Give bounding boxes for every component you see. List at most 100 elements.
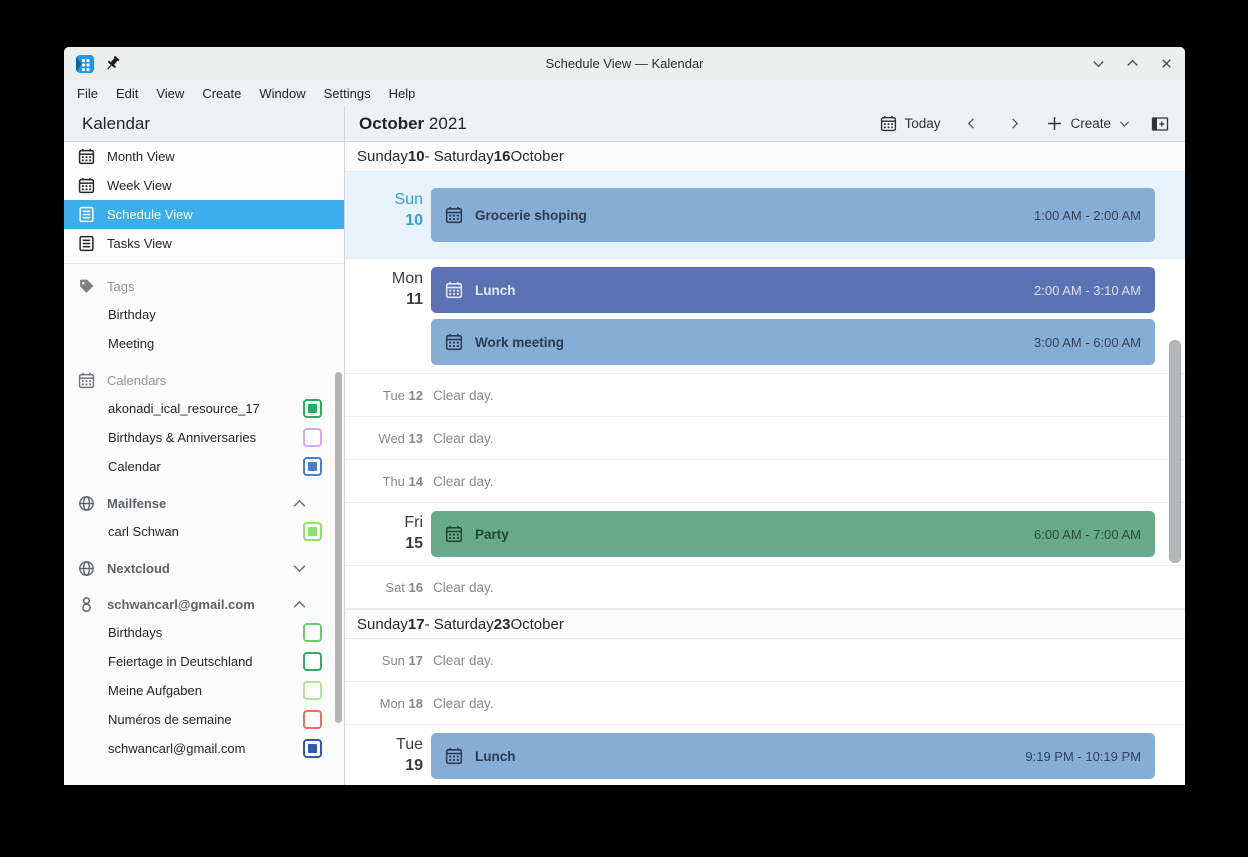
day-events: Grocerie shoping 1:00 AM - 2:00 AM xyxy=(431,188,1185,242)
menu-help[interactable]: Help xyxy=(380,83,425,104)
year-label: 2021 xyxy=(428,113,467,133)
sidebar-item-meeting[interactable]: Meeting xyxy=(64,329,344,358)
kalendar-app-icon[interactable] xyxy=(74,54,94,74)
schedule-list: Sunday 10 - Saturday 16 October Sun 10 Groc… xyxy=(345,142,1185,785)
tag-icon xyxy=(78,278,95,295)
event-lunch[interactable]: Lunch 9:19 PM - 10:19 PM xyxy=(431,733,1155,779)
day-events: Party 6:00 AM - 7:00 AM xyxy=(431,511,1185,557)
event-title: Lunch xyxy=(475,282,516,298)
calendar-checkbox[interactable] xyxy=(303,457,322,476)
sidebar-item-birthday[interactable]: Birthday xyxy=(64,300,344,329)
day-number: 11 xyxy=(406,290,423,308)
week-header: Sunday 10 - Saturday 16 October xyxy=(345,142,1185,172)
calendar-checkbox[interactable] xyxy=(303,681,322,700)
sidebar-item-week-view[interactable]: Week View xyxy=(64,171,344,200)
plus-icon xyxy=(1046,115,1063,132)
sidebar-item-month-view[interactable]: Month View xyxy=(64,142,344,171)
event-time: 1:00 AM - 2:00 AM xyxy=(1034,207,1141,223)
chevron-up-icon xyxy=(291,596,308,613)
calendar-checkbox[interactable] xyxy=(303,522,322,541)
sidebar-item-schwancarl-gmail-com[interactable]: schwancarl@gmail.com xyxy=(64,734,344,763)
section-header-mailfense[interactable]: Mailfense xyxy=(64,489,344,517)
sidebar-item-num-ros-de-semaine[interactable]: Numéros de semaine xyxy=(64,705,344,734)
clear-day-text: Clear day. xyxy=(433,473,494,489)
day-label: Sat 16 xyxy=(385,579,423,595)
day-label: Thu 14 xyxy=(382,473,423,489)
close-button[interactable] xyxy=(1157,55,1175,73)
section-title: Mailfense xyxy=(107,495,167,511)
sidebar-item-feiertage-in-deutschland[interactable]: Feiertage in Deutschland xyxy=(64,647,344,676)
event-time: 9:19 PM - 10:19 PM xyxy=(1025,748,1141,764)
sidebar-item-schedule-view[interactable]: Schedule View xyxy=(64,200,344,229)
sidebar-item-meine-aufgaben[interactable]: Meine Aufgaben xyxy=(64,676,344,705)
menu-settings[interactable]: Settings xyxy=(315,83,380,104)
day-row-fri-15: Fri 15 Party 6:00 AM - 7:00 AM xyxy=(345,503,1185,566)
calendar-icon xyxy=(78,372,95,389)
day-row-tue-19: Tue 19 Lunch 9:19 PM - 10:19 PM xyxy=(345,725,1185,785)
today-button-label: Today xyxy=(904,116,941,131)
sidebar-item-carl-schwan[interactable]: carl Schwan xyxy=(64,517,344,546)
day-events: Lunch 2:00 AM - 3:10 AM Work meeting 3:00 A… xyxy=(431,267,1185,365)
menu-edit[interactable]: Edit xyxy=(107,83,147,104)
event-title: Lunch xyxy=(475,748,516,764)
menu-file[interactable]: File xyxy=(68,83,107,104)
clear-day-text: Clear day. xyxy=(433,652,494,668)
previous-button[interactable] xyxy=(954,112,989,135)
day-row-sun-10: Sun 10 Grocerie shoping 1:00 AM - 2:00 AM xyxy=(345,172,1185,259)
event-calendar-icon xyxy=(445,747,463,765)
main-scrollbar[interactable] xyxy=(1169,340,1181,563)
menu-create[interactable]: Create xyxy=(193,83,250,104)
calendar-checkbox[interactable] xyxy=(303,739,322,758)
section-title: Calendars xyxy=(107,372,167,388)
minimize-button[interactable] xyxy=(1089,55,1107,73)
calendar-checkbox[interactable] xyxy=(303,710,322,729)
checkbox-fill xyxy=(308,527,317,536)
event-work-meeting[interactable]: Work meeting 3:00 AM - 6:00 AM xyxy=(431,319,1155,365)
sidebar-item-label: Meeting xyxy=(108,336,155,351)
titlebar: Schedule View — Kalendar xyxy=(64,47,1185,80)
chevron-up-icon xyxy=(291,495,308,512)
sidebar-item-birthdays-anniversaries[interactable]: Birthdays & Anniversaries xyxy=(64,423,344,452)
panel-toggle-button[interactable] xyxy=(1145,112,1175,136)
month-label: October xyxy=(359,113,425,133)
calendar-checkbox[interactable] xyxy=(303,428,322,447)
today-button[interactable]: Today xyxy=(874,111,946,136)
event-lunch[interactable]: Lunch 2:00 AM - 3:10 AM xyxy=(431,267,1155,313)
day-row-mon-11: Mon 11 Lunch 2:00 AM - 3:10 AM Work meeting 3… xyxy=(345,259,1185,374)
clear-day-text: Clear day. xyxy=(433,695,494,711)
menu-view[interactable]: View xyxy=(147,83,193,104)
sidebar-item-akonadi-ical-resource-17[interactable]: akonadi_ical_resource_17 xyxy=(64,394,344,423)
sidebar-item-calendar[interactable]: Calendar xyxy=(64,452,344,481)
sidebar-scrollbar[interactable] xyxy=(335,372,342,723)
event-party[interactable]: Party 6:00 AM - 7:00 AM xyxy=(431,511,1155,557)
sidebar-item-label: Birthday xyxy=(108,307,156,322)
calendar-checkbox[interactable] xyxy=(303,399,322,418)
menu-window[interactable]: Window xyxy=(250,83,314,104)
event-title: Work meeting xyxy=(475,334,565,350)
month-view-icon xyxy=(78,148,95,165)
sidebar-item-birthdays[interactable]: Birthdays xyxy=(64,618,344,647)
maximize-button[interactable] xyxy=(1123,55,1141,73)
chevron-down-icon xyxy=(1118,117,1131,130)
section-header-nextcloud[interactable]: Nextcloud xyxy=(64,554,344,582)
day-label: Tue 19 xyxy=(345,733,423,779)
event-grocerie-shoping[interactable]: Grocerie shoping 1:00 AM - 2:00 AM xyxy=(431,188,1155,242)
pin-icon[interactable] xyxy=(104,55,121,72)
section-header-tags[interactable]: Tags xyxy=(64,272,344,300)
section-header-schwancarl-gmail-com[interactable]: schwancarl@gmail.com xyxy=(64,590,344,618)
sidebar-item-tasks-view[interactable]: Tasks View xyxy=(64,229,344,258)
sidebar: Month View Week View Schedule View Tasks Vi… xyxy=(64,142,345,785)
event-title: Party xyxy=(475,526,509,542)
create-button[interactable]: Create xyxy=(1040,111,1137,136)
sidebar-item-label: Birthdays xyxy=(108,625,163,640)
calendar-checkbox[interactable] xyxy=(303,652,322,671)
section-header-calendars[interactable]: Calendars xyxy=(64,366,344,394)
day-name: Mon xyxy=(391,270,423,287)
sidebar-item-label: Calendar xyxy=(108,459,161,474)
header-band: Kalendar October 2021 Today Create xyxy=(64,106,1185,142)
section-title: Tags xyxy=(107,278,135,294)
calendar-checkbox[interactable] xyxy=(303,623,322,642)
sidebar-item-label: akonadi_ical_resource_17 xyxy=(108,401,260,416)
next-button[interactable] xyxy=(997,112,1032,135)
schedule-view-icon xyxy=(78,206,95,223)
